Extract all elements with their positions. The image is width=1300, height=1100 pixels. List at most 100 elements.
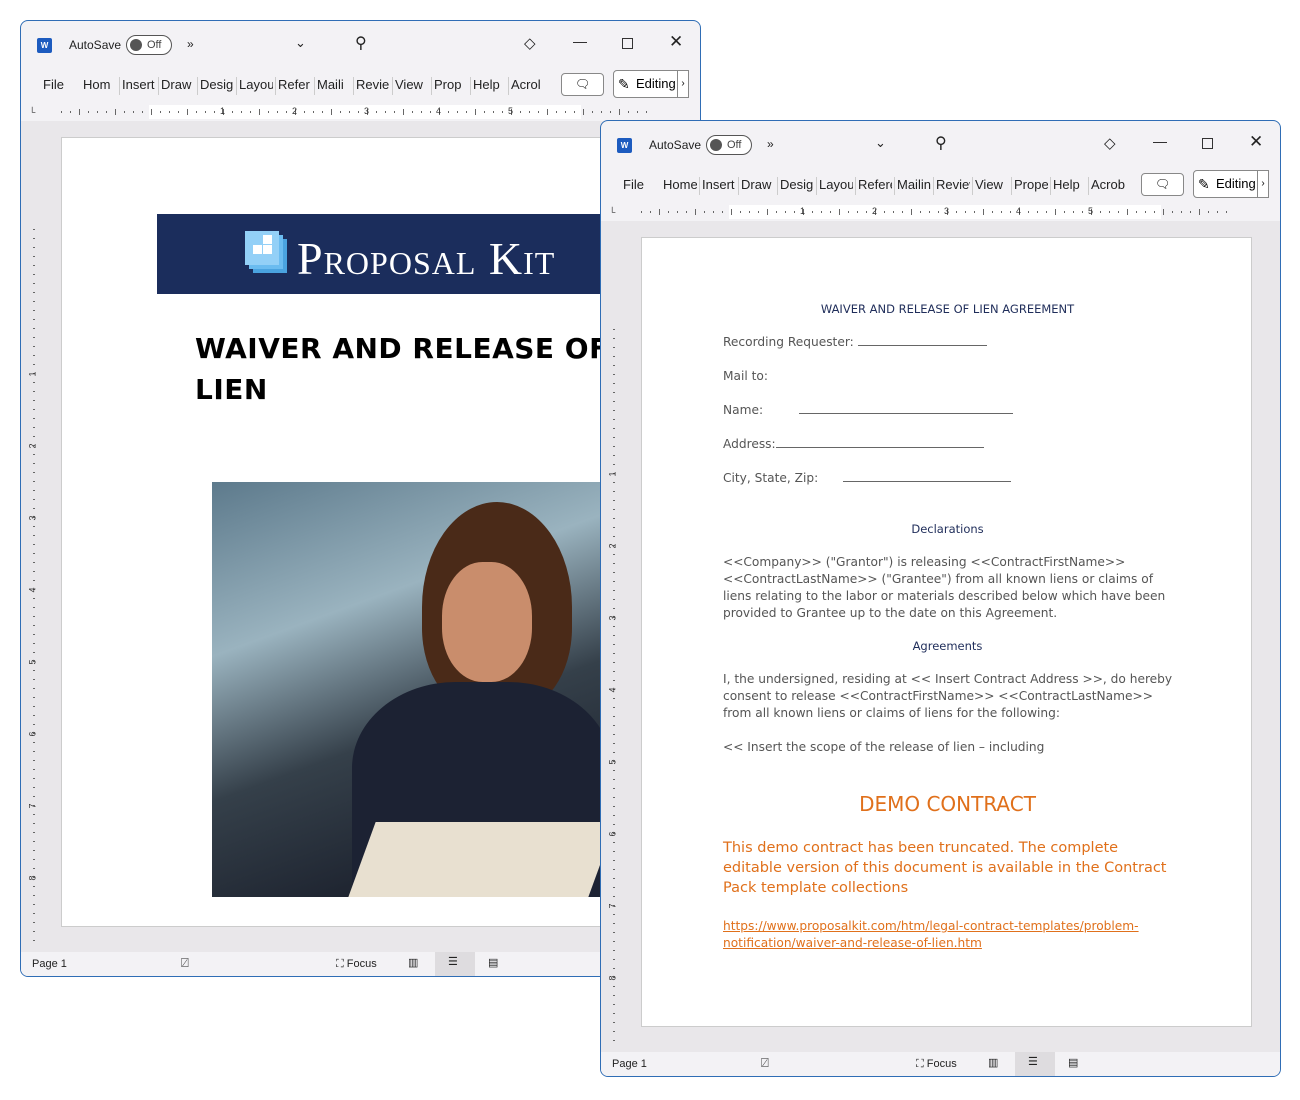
document-page[interactable]: Proposal Kit WAIVER AND RELEASE OF LIEN <box>61 137 672 927</box>
tab-view[interactable]: View <box>975 177 1009 192</box>
maximize-button[interactable] <box>1202 138 1213 149</box>
tab-properties[interactable]: Prop <box>434 77 468 92</box>
editing-mode-button[interactable]: ✎ Editing › <box>1193 170 1269 198</box>
ruler-tick <box>33 328 35 329</box>
word-window-contract[interactable]: W AutoSave Off » ⌄ ⚲ ◇ — ✕ File Home Inser… <box>600 120 1281 1077</box>
tab-stop-selector[interactable]: └ <box>29 107 35 117</box>
close-button[interactable]: ✕ <box>669 32 683 52</box>
more-commands-button[interactable]: » <box>187 37 194 51</box>
ruler-tick <box>33 454 35 455</box>
tab-help[interactable]: Help <box>1053 177 1087 192</box>
chevron-down-icon[interactable]: ⌄ <box>875 135 886 151</box>
chevron-down-icon[interactable]: ⌄ <box>295 35 306 51</box>
tab-design[interactable]: Design <box>780 177 814 192</box>
comments-button[interactable]: 🗨 <box>1141 173 1184 196</box>
word-window-cover[interactable]: W AutoSave Off » ⌄ ⚲ ◇ — ✕ File Hom Insert… <box>20 20 701 977</box>
ruler-tick <box>142 111 143 113</box>
ruler-tick <box>613 869 615 870</box>
chevron-right-icon[interactable]: › <box>677 70 689 98</box>
tab-insert[interactable]: Insert <box>122 77 156 92</box>
ruler-tick <box>613 734 615 735</box>
tab-help[interactable]: Help <box>473 77 507 92</box>
read-mode-icon[interactable]: ▥ <box>408 956 418 969</box>
read-mode-icon[interactable]: ▥ <box>988 1056 998 1069</box>
ruler-number: 2 <box>292 106 298 116</box>
tab-acrobat[interactable]: Acrobat <box>1091 177 1125 192</box>
ruler-tick <box>574 111 575 113</box>
focus-button[interactable]: ⛶ Focus <box>336 958 377 971</box>
comments-button[interactable]: 🗨 <box>561 73 604 96</box>
ruler-number: 4 <box>436 106 442 116</box>
vertical-ruler[interactable]: 1 2 3 4 5 6 7 8 <box>28 229 41 949</box>
ruler-tick <box>704 211 705 213</box>
ruler-tick <box>821 211 822 213</box>
ruler-tick <box>33 508 35 509</box>
document-page[interactable]: WAIVER AND RELEASE OF LIEN AGREEMENT Rec… <box>641 237 1252 1027</box>
minimize-button[interactable]: — <box>573 33 587 49</box>
premium-diamond-icon[interactable]: ◇ <box>1104 134 1116 152</box>
pencil-icon: ✎ <box>618 76 630 92</box>
tab-design[interactable]: Desig <box>200 77 234 92</box>
ruler-tick <box>493 111 494 113</box>
ruler-tick <box>613 752 615 753</box>
ruler-tick <box>613 968 615 969</box>
tab-file[interactable]: File <box>43 77 73 92</box>
tab-review[interactable]: Review <box>936 177 970 192</box>
ruler-tick <box>613 959 615 960</box>
vertical-ruler[interactable]: 1 2 3 4 5 6 7 8 <box>608 329 621 1049</box>
page-indicator[interactable]: Page 1 <box>32 958 67 970</box>
contract-pack-link[interactable]: https://www.proposalkit.com/htm/legal-co… <box>723 919 1139 950</box>
editing-mode-button[interactable]: ✎ Editing › <box>613 70 689 98</box>
print-layout-button[interactable]: ☰ <box>1015 1052 1055 1076</box>
more-commands-button[interactable]: » <box>767 137 774 151</box>
tab-references[interactable]: References <box>858 177 892 192</box>
ruler-tick <box>268 111 269 113</box>
premium-diamond-icon[interactable]: ◇ <box>524 34 536 52</box>
tab-layout[interactable]: Layout <box>819 177 853 192</box>
word-logo-icon: W <box>617 138 632 153</box>
tab-review[interactable]: Revie <box>356 77 390 92</box>
ruler-tick <box>33 760 35 761</box>
tab-acrobat[interactable]: Acrol <box>511 77 545 92</box>
chevron-right-icon[interactable]: › <box>1257 170 1269 198</box>
tab-stop-selector[interactable]: └ <box>609 207 615 217</box>
tab-references[interactable]: Refer <box>278 77 312 92</box>
search-icon[interactable]: ⚲ <box>355 33 367 53</box>
page-indicator[interactable]: Page 1 <box>612 1058 647 1070</box>
horizontal-ruler[interactable]: 1 2 3 4 5 <box>637 205 1237 219</box>
accessibility-icon[interactable]: ⍁ <box>181 955 189 971</box>
tab-home[interactable]: Home <box>663 177 697 192</box>
tab-mailings[interactable]: Maili <box>317 77 351 92</box>
ruler-tick <box>70 111 71 113</box>
focus-button[interactable]: ⛶ Focus <box>916 1058 957 1071</box>
tab-layout[interactable]: Layou <box>239 77 273 92</box>
autosave-toggle[interactable]: Off <box>706 135 752 155</box>
print-layout-button[interactable]: ☰ <box>435 952 475 976</box>
horizontal-ruler[interactable]: 1 2 3 4 5 <box>57 105 657 119</box>
ruler-tick <box>277 111 278 113</box>
ruler-tick <box>33 652 35 653</box>
ruler-tick <box>613 626 615 627</box>
web-layout-icon[interactable]: ▤ <box>488 956 498 969</box>
search-icon[interactable]: ⚲ <box>935 133 947 153</box>
autosave-toggle[interactable]: Off <box>126 35 172 55</box>
tab-draw[interactable]: Draw <box>161 77 195 92</box>
tab-home[interactable]: Hom <box>83 77 117 92</box>
tab-view[interactable]: View <box>395 77 429 92</box>
tab-properties[interactable]: Properties <box>1014 177 1048 192</box>
ruler-tick <box>613 1013 615 1014</box>
ruler-tick <box>79 109 80 115</box>
tab-draw[interactable]: Draw <box>741 177 775 192</box>
tab-mailings[interactable]: Mailings <box>897 177 931 192</box>
tab-divider <box>1011 177 1012 195</box>
minimize-button[interactable]: — <box>1153 133 1167 149</box>
web-layout-icon[interactable]: ▤ <box>1068 1056 1078 1069</box>
tab-divider <box>699 177 700 195</box>
editing-label: Editing <box>636 76 676 91</box>
close-button[interactable]: ✕ <box>1249 132 1263 152</box>
tab-insert[interactable]: Insert <box>702 177 736 192</box>
accessibility-icon[interactable]: ⍁ <box>761 1055 769 1071</box>
ruler-tick <box>33 346 35 347</box>
tab-file[interactable]: File <box>623 177 653 192</box>
maximize-button[interactable] <box>622 38 633 49</box>
